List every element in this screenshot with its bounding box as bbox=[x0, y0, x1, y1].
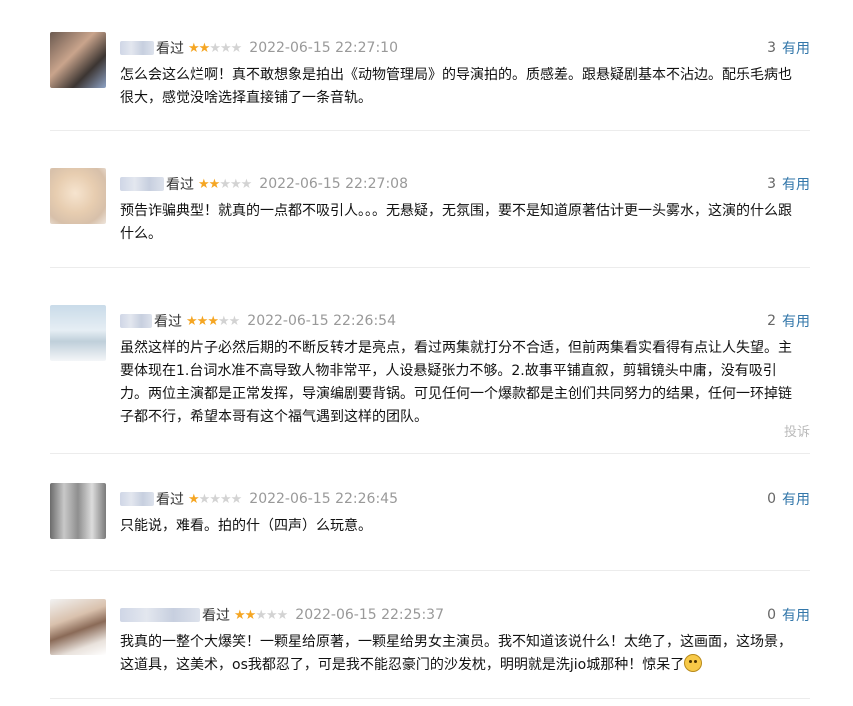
star-icon: ★ bbox=[230, 40, 243, 56]
star-rating: ★ ★ ★ ★ ★ bbox=[188, 491, 243, 507]
star-rating: ★ ★ ★ ★ ★ bbox=[186, 313, 241, 329]
astonished-face-icon bbox=[684, 654, 703, 672]
comment-meta: 看过 ★ ★ ★ ★ ★ 2022-06-15 22:25:37 bbox=[120, 605, 444, 625]
comment-time: 2022-06-15 22:25:37 bbox=[295, 607, 444, 623]
star-icon: ★ bbox=[209, 491, 221, 507]
comment-text: 怎么会这么烂啊！真不敢想象是拍出《动物管理局》的导演拍的。质感差。跟悬疑剧基本不… bbox=[120, 67, 792, 106]
star-icon: ★ bbox=[217, 313, 230, 329]
star-icon: ★ bbox=[228, 313, 241, 329]
comment-time: 2022-06-15 22:27:10 bbox=[249, 40, 398, 56]
comment-time: 2022-06-15 22:26:54 bbox=[247, 313, 396, 329]
star-icon: ★ bbox=[255, 607, 267, 623]
star-icon: ★ bbox=[234, 607, 246, 623]
report-link[interactable]: 投诉 bbox=[784, 421, 810, 440]
vote-count: 0 bbox=[767, 491, 776, 507]
avatar[interactable] bbox=[50, 599, 106, 655]
useful-button[interactable]: 有用 bbox=[782, 174, 810, 194]
vote-count: 3 bbox=[767, 176, 776, 192]
vote-area: 2 有用 bbox=[767, 311, 810, 331]
username-blurred[interactable] bbox=[120, 41, 154, 55]
comment-time: 2022-06-15 22:27:08 bbox=[259, 176, 408, 192]
vote-count: 0 bbox=[767, 607, 776, 623]
star-icon: ★ bbox=[244, 607, 257, 623]
star-icon: ★ bbox=[240, 176, 253, 192]
star-icon: ★ bbox=[276, 607, 289, 623]
useful-button[interactable]: 有用 bbox=[782, 489, 810, 509]
vote-count: 2 bbox=[767, 313, 776, 329]
vote-area: 3 有用 bbox=[767, 38, 810, 58]
comment-text: 我真的一整个大爆笑！一颗星给原著，一颗星给男女主演员。我不知道该说什么！太绝了，… bbox=[120, 631, 800, 677]
watch-status: 看过 bbox=[156, 492, 184, 508]
star-icon: ★ bbox=[198, 491, 211, 507]
star-icon: ★ bbox=[229, 176, 242, 192]
watch-status: 看过 bbox=[166, 177, 194, 193]
star-icon: ★ bbox=[219, 491, 232, 507]
star-rating: ★ ★ ★ ★ ★ bbox=[188, 40, 243, 56]
comment-text: 只能说，难看。拍的什（四声）么玩意。 bbox=[120, 518, 372, 534]
watch-status: 看过 bbox=[202, 608, 230, 624]
divider bbox=[50, 267, 810, 268]
vote-count: 3 bbox=[767, 40, 776, 56]
star-icon: ★ bbox=[265, 607, 278, 623]
vote-area: 3 有用 bbox=[767, 174, 810, 194]
divider bbox=[50, 570, 810, 571]
useful-button[interactable]: 有用 bbox=[782, 605, 810, 625]
useful-button[interactable]: 有用 bbox=[782, 311, 810, 331]
username-blurred[interactable] bbox=[120, 492, 154, 506]
star-icon: ★ bbox=[207, 313, 219, 329]
star-icon: ★ bbox=[219, 176, 231, 192]
star-icon: ★ bbox=[208, 176, 221, 192]
avatar[interactable] bbox=[50, 483, 106, 539]
vote-area: 0 有用 bbox=[767, 489, 810, 509]
comment-meta: 看过 ★ ★ ★ ★ ★ 2022-06-15 22:26:54 bbox=[120, 311, 396, 331]
star-rating: ★ ★ ★ ★ ★ bbox=[198, 176, 253, 192]
star-icon: ★ bbox=[209, 40, 221, 56]
username-blurred[interactable] bbox=[120, 314, 152, 328]
star-icon: ★ bbox=[188, 40, 200, 56]
avatar[interactable] bbox=[50, 168, 106, 224]
watch-status: 看过 bbox=[156, 41, 184, 57]
divider bbox=[50, 130, 810, 131]
comment-meta: 看过 ★ ★ ★ ★ ★ 2022-06-15 22:26:45 bbox=[120, 489, 398, 509]
comment-text: 虽然这样的片子必然后期的不断反转才是亮点，看过两集就打分不合适，但前两集看实看得… bbox=[120, 340, 792, 425]
watch-status: 看过 bbox=[154, 314, 182, 330]
username-blurred[interactable] bbox=[120, 608, 200, 622]
star-icon: ★ bbox=[186, 313, 198, 329]
star-icon: ★ bbox=[198, 40, 211, 56]
comment-time: 2022-06-15 22:26:45 bbox=[249, 491, 398, 507]
star-icon: ★ bbox=[188, 491, 200, 507]
avatar[interactable] bbox=[50, 32, 106, 88]
comment-meta: 看过 ★ ★ ★ ★ ★ 2022-06-15 22:27:10 bbox=[120, 38, 398, 58]
star-icon: ★ bbox=[196, 313, 209, 329]
star-rating: ★ ★ ★ ★ ★ bbox=[234, 607, 289, 623]
star-icon: ★ bbox=[198, 176, 210, 192]
divider bbox=[50, 698, 810, 699]
username-blurred[interactable] bbox=[120, 177, 164, 191]
comment-meta: 看过 ★ ★ ★ ★ ★ 2022-06-15 22:27:08 bbox=[120, 174, 408, 194]
vote-area: 0 有用 bbox=[767, 605, 810, 625]
comment-list: 看过 ★ ★ ★ ★ ★ 2022-06-15 22:27:10 3 有用 怎么会这么烂… bbox=[0, 0, 853, 706]
avatar[interactable] bbox=[50, 305, 106, 361]
star-icon: ★ bbox=[230, 491, 243, 507]
useful-button[interactable]: 有用 bbox=[782, 38, 810, 58]
comment-text: 预告诈骗典型！就真的一点都不吸引人。。。无悬疑，无氛围，要不是知道原著估计更一头… bbox=[120, 203, 792, 242]
divider bbox=[50, 453, 810, 454]
star-icon: ★ bbox=[219, 40, 232, 56]
